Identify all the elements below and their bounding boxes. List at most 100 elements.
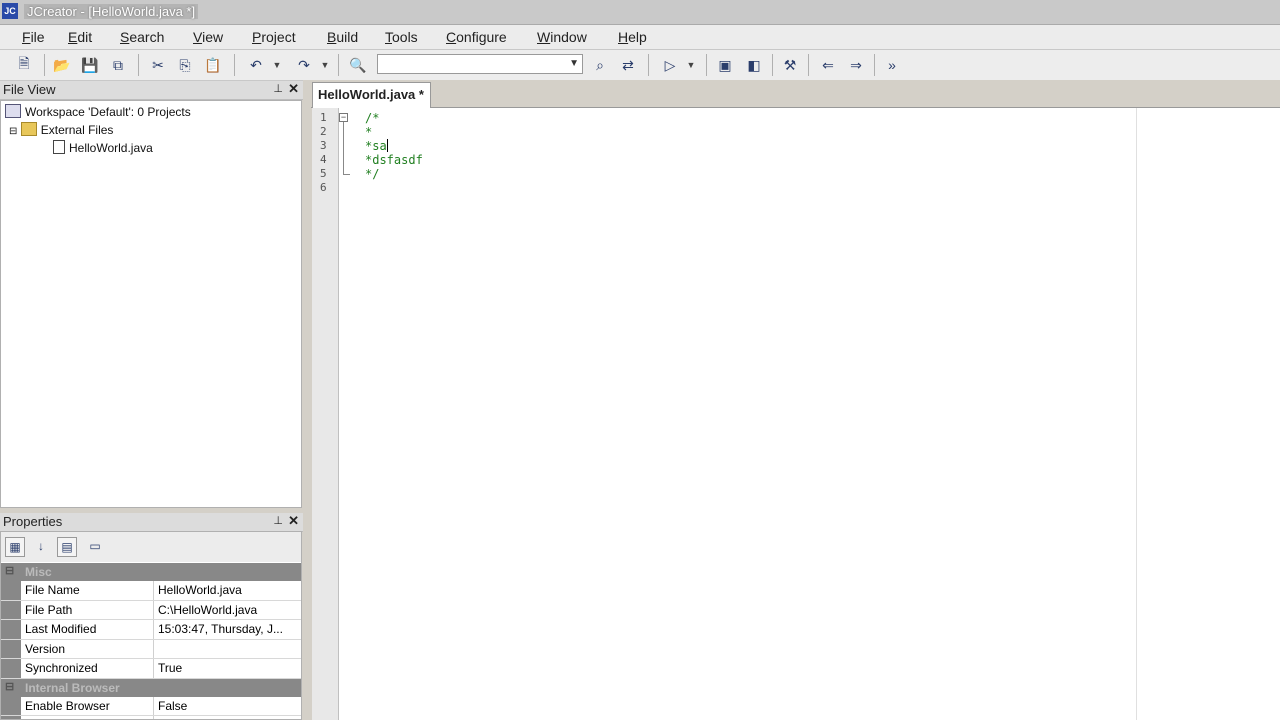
- property-value[interactable]: 15:03:47, Thursday, J...: [153, 620, 301, 639]
- code-line-text: *sa: [365, 139, 387, 153]
- new-file-icon[interactable]: 🗎: [14, 55, 34, 75]
- category-misc[interactable]: ⊟ Misc: [1, 563, 301, 581]
- more-icon[interactable]: »: [882, 55, 902, 75]
- toolbar-separator: [138, 54, 139, 76]
- property-row[interactable]: Version: [1, 639, 301, 659]
- property-key: Version: [25, 641, 66, 656]
- line-number: 4: [320, 153, 327, 166]
- categorized-icon[interactable]: ▦: [5, 537, 25, 557]
- toolbar-separator: [234, 54, 235, 76]
- menu-bar: File Edit Search View Project Build Tool…: [0, 25, 1280, 50]
- property-value[interactable]: [153, 716, 301, 719]
- replace-icon[interactable]: ⇄: [618, 55, 638, 75]
- menu-file[interactable]: File: [22, 29, 45, 45]
- save-all-icon[interactable]: ⧉: [108, 55, 128, 75]
- row-gutter: [1, 620, 21, 639]
- compile-file-icon[interactable]: ▣: [715, 55, 735, 75]
- menu-configure[interactable]: Configure: [446, 29, 507, 45]
- menu-build[interactable]: Build: [327, 29, 358, 45]
- menu-edit[interactable]: Edit: [68, 29, 92, 45]
- category-internal-browser[interactable]: ⊟ Internal Browser: [1, 678, 301, 697]
- copy-icon[interactable]: ⎘: [175, 55, 195, 75]
- menu-tools[interactable]: Tools: [385, 29, 418, 45]
- tools-icon[interactable]: ⚒: [780, 55, 800, 75]
- property-row[interactable]: File Name HelloWorld.java: [1, 581, 301, 601]
- line-number: 3: [320, 139, 327, 152]
- property-value[interactable]: False: [153, 696, 301, 715]
- tab-helloworld-java[interactable]: HelloWorld.java *: [312, 82, 431, 108]
- property-row[interactable]: Url: [1, 716, 301, 719]
- panel-splitter[interactable]: [303, 80, 311, 720]
- find-in-files-icon[interactable]: ⌕: [590, 55, 610, 75]
- external-files-label: External Files: [40, 123, 114, 137]
- search-combo[interactable]: ▼: [377, 54, 583, 74]
- category-label: Internal Browser: [25, 680, 120, 695]
- back-icon[interactable]: ⇐: [818, 55, 838, 75]
- menu-window[interactable]: Window: [537, 29, 587, 45]
- property-pages-icon[interactable]: ▭: [85, 537, 105, 557]
- file-node[interactable]: HelloWorld.java: [53, 140, 153, 155]
- row-gutter: [1, 716, 21, 719]
- toolbar-separator: [648, 54, 649, 76]
- folder-icon: [20, 122, 37, 136]
- collapse-icon[interactable]: ⊟: [5, 680, 14, 693]
- redo-dropdown-icon[interactable]: ▼: [320, 55, 330, 75]
- property-grid: ⊟ Misc File Name HelloWorld.java File Path…: [1, 563, 301, 719]
- property-key: Last Modified: [25, 622, 97, 636]
- file-view-header: File View ⊥ ✕: [0, 81, 303, 100]
- java-file-icon: [53, 140, 65, 154]
- property-value[interactable]: C:\HelloWorld.java: [153, 600, 301, 619]
- menu-view[interactable]: View: [193, 29, 223, 45]
- properties-view-icon[interactable]: ▤: [57, 537, 77, 557]
- collapse-icon[interactable]: ⊟: [9, 126, 17, 137]
- property-key: File Name: [25, 583, 80, 597]
- open-folder-icon[interactable]: 📂: [52, 55, 72, 75]
- property-row[interactable]: Synchronized True: [1, 659, 301, 679]
- text-cursor: [386, 139, 388, 152]
- file-view-tree: Workspace 'Default': 0 Projects ⊟ Extern…: [0, 100, 302, 508]
- fold-toggle-icon[interactable]: −: [339, 113, 348, 122]
- build-project-icon[interactable]: ◧: [744, 55, 764, 75]
- run-dropdown-icon[interactable]: ▼: [686, 55, 696, 75]
- redo-icon[interactable]: ↷: [294, 55, 314, 75]
- code-line: *: [365, 125, 373, 139]
- find-icon[interactable]: 🔍: [348, 55, 368, 75]
- close-icon[interactable]: ✕: [288, 513, 299, 529]
- menu-search[interactable]: Search: [120, 29, 164, 45]
- save-icon[interactable]: 💾: [80, 55, 100, 75]
- forward-icon[interactable]: ⇒: [846, 55, 866, 75]
- property-value[interactable]: [153, 639, 301, 658]
- workspace-node[interactable]: Workspace 'Default': 0 Projects: [5, 104, 191, 119]
- property-value[interactable]: HelloWorld.java: [153, 581, 301, 600]
- collapse-icon[interactable]: ⊟: [5, 564, 14, 577]
- menu-project[interactable]: Project: [252, 29, 296, 45]
- property-row[interactable]: Enable Browser False: [1, 696, 301, 716]
- code-line-current: *sa: [365, 139, 388, 153]
- code-editor[interactable]: 1 2 3 4 5 6 − /* * *sa *dsfasdf */: [312, 108, 1280, 720]
- external-files-node[interactable]: ⊟ External Files: [9, 122, 113, 137]
- fold-guide: [343, 122, 350, 175]
- property-row[interactable]: Last Modified 15:03:47, Thursday, J...: [1, 620, 301, 640]
- close-icon[interactable]: ✕: [288, 81, 299, 97]
- line-number: 5: [320, 167, 327, 180]
- chevron-down-icon[interactable]: ▼: [569, 58, 579, 69]
- row-gutter: [1, 696, 21, 715]
- toolbar-separator: [44, 54, 45, 76]
- property-value[interactable]: True: [153, 659, 301, 678]
- properties-panel: ▦ ↓ ▤ ▭ ⊟ Misc File Name HelloWorld.java F…: [0, 531, 302, 720]
- code-line: *dsfasdf: [365, 153, 423, 167]
- app-icon: JC: [2, 3, 18, 19]
- toolbar-separator: [874, 54, 875, 76]
- paste-icon[interactable]: 📋: [203, 55, 223, 75]
- run-icon[interactable]: ▷: [660, 55, 680, 75]
- undo-icon[interactable]: ↶: [246, 55, 266, 75]
- cut-icon[interactable]: ✂: [148, 55, 168, 75]
- toolbar-separator: [772, 54, 773, 76]
- pin-icon[interactable]: ⊥: [273, 514, 283, 527]
- properties-header: Properties ⊥ ✕: [0, 513, 303, 532]
- menu-help[interactable]: Help: [618, 29, 647, 45]
- pin-icon[interactable]: ⊥: [273, 82, 283, 95]
- alphabetical-icon[interactable]: ↓: [31, 537, 51, 557]
- undo-dropdown-icon[interactable]: ▼: [272, 55, 282, 75]
- property-row[interactable]: File Path C:\HelloWorld.java: [1, 600, 301, 620]
